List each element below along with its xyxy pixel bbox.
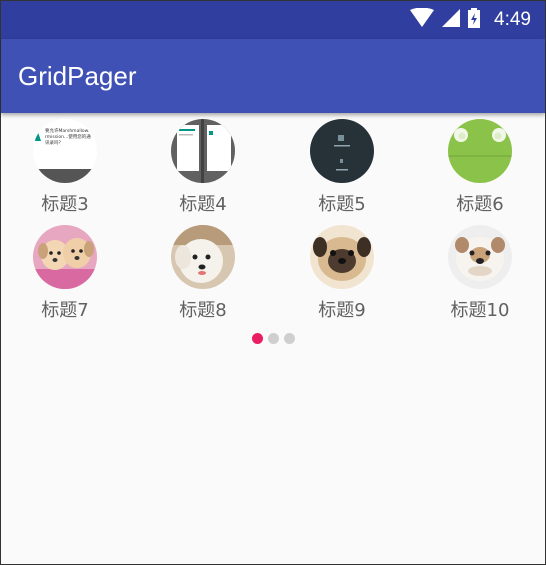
grid-item-label: 标题10 bbox=[450, 300, 510, 321]
screenshot-dialog-thumbnail: 要允许Marshmallow. rmission...使用您的通 讯录吗？ bbox=[33, 119, 97, 183]
battery-charging-icon bbox=[468, 8, 481, 32]
grid-item-label: 标题5 bbox=[318, 194, 366, 215]
screenshot-split-thumbnail bbox=[171, 119, 235, 183]
bulldog-photo bbox=[448, 225, 512, 289]
app-title: GridPager bbox=[18, 60, 137, 91]
page-dot[interactable] bbox=[267, 333, 279, 344]
screenshot-dark-thumbnail bbox=[310, 119, 374, 183]
android-robot-thumbnail bbox=[448, 119, 512, 183]
grid-item[interactable]: 标题8 bbox=[135, 223, 271, 327]
white-dog-photo bbox=[171, 225, 235, 289]
grid-item-label: 标题4 bbox=[179, 194, 227, 215]
grid-item-label: 标题6 bbox=[456, 194, 504, 215]
page-dot-active[interactable] bbox=[251, 333, 263, 344]
status-bar: 4:49 bbox=[1, 1, 545, 39]
wifi-icon bbox=[410, 7, 435, 32]
grid-item[interactable]: 标题9 bbox=[274, 223, 410, 327]
puppies-photo bbox=[33, 225, 97, 289]
status-time: 4:49 bbox=[494, 9, 531, 30]
grid-item-label: 标题3 bbox=[41, 194, 89, 215]
grid-item[interactable]: 标题5 bbox=[274, 117, 410, 221]
pug-photo bbox=[310, 225, 374, 289]
dialog-text-line: 讯录吗？ bbox=[45, 141, 63, 146]
page-dot[interactable] bbox=[283, 333, 295, 344]
grid-item[interactable]: 标题7 bbox=[0, 223, 133, 327]
grid-item[interactable]: 标题10 bbox=[412, 223, 546, 327]
grid-item[interactable]: 要允许Marshmallow. rmission...使用您的通 讯录吗？ 标题… bbox=[0, 117, 133, 221]
grid-item-label: 标题7 bbox=[41, 300, 89, 321]
app-bar: GridPager bbox=[1, 39, 545, 113]
grid-item-label: 标题8 bbox=[179, 300, 227, 321]
grid-item-label: 标题9 bbox=[318, 300, 366, 321]
grid-item[interactable]: 标题6 bbox=[412, 117, 546, 221]
grid-item[interactable]: 标题4 bbox=[135, 117, 271, 221]
page-indicator[interactable] bbox=[1, 333, 545, 344]
cell-signal-icon bbox=[442, 9, 461, 31]
